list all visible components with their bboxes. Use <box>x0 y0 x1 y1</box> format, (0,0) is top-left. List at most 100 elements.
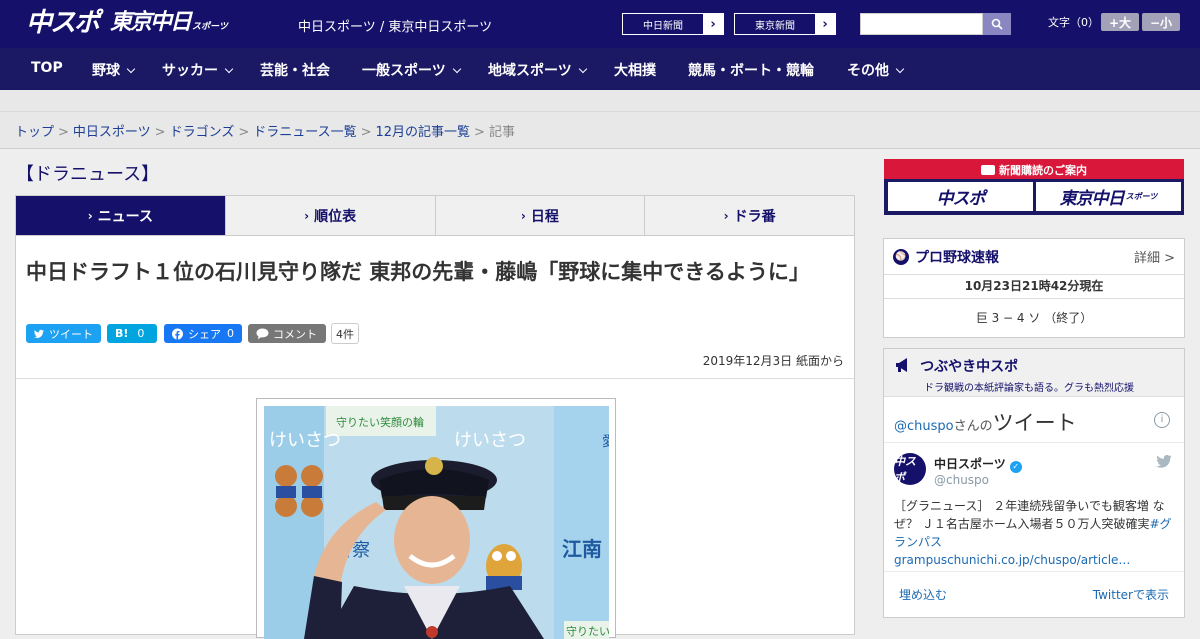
subscription-banner: 新聞購読のご案内 中スポ 東京中日 スポーツ <box>884 159 1184 215</box>
facebook-icon <box>172 328 183 339</box>
ad-strip <box>0 90 1200 112</box>
tab-label: 日程 <box>530 208 559 225</box>
article-divider <box>16 378 854 379</box>
breadcrumb-link-chuspo[interactable]: 中日スポーツ <box>73 125 151 140</box>
site-title[interactable]: 中日スポーツ / 東京中日スポーツ <box>298 16 492 35</box>
wall-text-keisatsu: けいさつ <box>454 430 526 451</box>
top-bar: 中スポ 東京中日 スポーツ 中日スポーツ / 東京中日スポーツ 中日新聞 › 東京… <box>0 0 1200 48</box>
subscribe-chuspo-button[interactable]: 中スポ <box>888 182 1033 211</box>
breadcrumb-link-dranews[interactable]: ドラニュース一覧 <box>253 125 356 140</box>
tab-label: 順位表 <box>314 208 357 225</box>
chunichi-shimbun-button[interactable]: 中日新聞 › <box>622 13 724 35</box>
scoreboard-detail-link[interactable]: 詳細 > <box>1134 247 1175 266</box>
tokyo-shimbun-button[interactable]: 東京新聞 › <box>734 13 836 35</box>
chuspo-logo[interactable]: 中スポ <box>26 8 100 38</box>
nav-item-baseball[interactable]: 野球 <box>92 60 136 80</box>
tab-schedule[interactable]: › 日程 <box>435 196 646 235</box>
breadcrumb-current: 記事 <box>488 125 515 140</box>
wall-text-ai: 愛 <box>602 434 609 450</box>
nav-label: その他 <box>847 63 889 79</box>
tweet-button[interactable]: ツイート <box>26 324 101 343</box>
banner-text-right: 守りたい <box>566 624 609 638</box>
twitter-bird-icon <box>34 329 44 338</box>
chevron-down-icon <box>895 64 905 74</box>
chevron-down-icon <box>126 64 136 74</box>
nav-item-general-sports[interactable]: 一般スポーツ <box>362 60 461 80</box>
scoreboard-title: プロ野球速報 <box>915 249 999 266</box>
subscribe-tokyo-text: 東京中日 <box>1059 189 1125 209</box>
nav-item-top[interactable]: TOP <box>31 60 63 76</box>
tweets-embed-header: @chuspoさんのツイート i <box>884 397 1184 443</box>
chevron-right-icon: › <box>703 14 723 34</box>
tweet-link[interactable]: grampuschunichi.co.jp/chuspo/article… <box>894 553 1130 567</box>
tweets-title: つぶやき中スポ <box>920 359 1019 375</box>
comment-label: コメント <box>273 327 317 341</box>
nav-label: 芸能・社会 <box>260 63 330 79</box>
score-line[interactable]: 巨 3 − 4 ソ （終了） <box>884 299 1184 337</box>
tweet-author-name[interactable]: 中日スポーツ ✓ <box>934 455 1022 473</box>
breadcrumb-separator: > <box>58 125 69 140</box>
nav-item-entertainment[interactable]: 芸能・社会 <box>260 60 330 80</box>
hatena-b-icon: B! <box>115 327 129 340</box>
subscription-label: 新聞購読のご案内 <box>884 162 1184 178</box>
article-photo[interactable]: 守りたい笑顔の輪 けいさつ けいさつ 江南 愛 警察 守りたい <box>256 398 616 639</box>
breadcrumb-link-top[interactable]: トップ <box>15 125 54 140</box>
nav-label: 一般スポーツ <box>362 63 446 79</box>
avatar[interactable]: 中スポ <box>894 453 926 485</box>
chevron-right-icon: › <box>304 208 310 223</box>
scoreboard-header: ⚾ プロ野球速報 詳細 > <box>884 239 1184 275</box>
nav-label: 野球 <box>92 63 120 79</box>
publish-date: 2019年12月3日 紙面から <box>702 354 844 368</box>
facebook-count: 0 <box>227 327 234 340</box>
twitter-bird-icon[interactable] <box>1156 455 1172 468</box>
tweets-footer: 埋め込む Twitterで表示 <box>884 571 1184 617</box>
chevron-down-icon <box>578 64 587 74</box>
tab-draban[interactable]: › ドラ番 <box>645 196 854 235</box>
nav-label: サッカー <box>162 63 218 79</box>
tweet-author-handle[interactable]: @chuspo <box>934 473 989 487</box>
hatena-count: 0 <box>137 327 145 340</box>
info-icon[interactable]: i <box>1154 412 1170 428</box>
nav-item-local-sports[interactable]: 地域スポーツ <box>488 60 587 80</box>
verified-icon: ✓ <box>1009 461 1022 473</box>
tab-label: ドラ番 <box>733 208 776 225</box>
tweets-heading: ツイート <box>992 411 1077 435</box>
nav-item-sumo[interactable]: 大相撲 <box>614 60 656 80</box>
nav-item-other[interactable]: その他 <box>847 60 905 80</box>
tokyo-shimbun-label: 東京新聞 <box>755 20 795 32</box>
speech-bubble-icon <box>256 328 269 339</box>
twitter-widget: つぶやき中スポ ドラ観戦の本紙評論家も語る。グラも熱烈応援 @chuspoさんの… <box>883 348 1185 618</box>
nav-item-soccer[interactable]: サッカー <box>162 60 234 80</box>
comment-button[interactable]: コメント <box>248 324 326 343</box>
baseball-icon: ⚾ <box>893 248 909 265</box>
subscribe-tokyo-chunichi-button[interactable]: 東京中日 スポーツ <box>1036 182 1181 211</box>
wall-text-konan: 江南 <box>562 537 602 561</box>
tab-news[interactable]: › ニュース <box>16 196 226 242</box>
font-larger-button[interactable]: +大 <box>1101 13 1139 31</box>
main-nav: TOP 野球 サッカー 芸能・社会 一般スポーツ 地域スポーツ 大相撲 競馬・ボ… <box>0 48 1200 90</box>
tab-standings[interactable]: › 順位表 <box>225 196 436 235</box>
chevron-right-icon: › <box>520 208 526 223</box>
search-button[interactable] <box>983 13 1011 35</box>
search-input[interactable] <box>860 13 983 35</box>
breadcrumb-link-dragons[interactable]: ドラゴンズ <box>170 125 235 140</box>
font-size-label: 文字（0） <box>1048 16 1099 29</box>
breadcrumb-link-december[interactable]: 12月の記事一覧 <box>376 125 471 140</box>
font-smaller-button[interactable]: −小 <box>1142 13 1180 31</box>
facebook-share-button[interactable]: シェア 0 <box>164 324 242 343</box>
article-headline: 中日ドラフト１位の石川見守り隊だ 東邦の先輩・藤嶋「野球に集中できるように」 <box>26 260 810 284</box>
hatena-bookmark-button[interactable]: B! 0 <box>107 324 157 343</box>
banner-text-left: 守りたい笑顔の輪 <box>336 415 424 429</box>
nav-item-racing[interactable]: 競馬・ボート・競輪 <box>688 60 814 80</box>
view-on-twitter-link[interactable]: Twitterで表示 <box>1093 586 1169 603</box>
breadcrumb-separator: > <box>154 125 166 140</box>
chevron-down-icon <box>452 64 461 74</box>
nav-label: 地域スポーツ <box>488 63 572 79</box>
megaphone-icon <box>896 358 907 372</box>
baseball-scoreboard: ⚾ プロ野球速報 詳細 > 10月23日21時42分現在 巨 3 − 4 ソ （… <box>883 238 1185 338</box>
tab-label: ニュース <box>97 208 153 225</box>
embed-link[interactable]: 埋め込む <box>899 586 947 603</box>
tweets-handle[interactable]: @chuspoさんの <box>894 419 993 434</box>
chevron-right-icon: › <box>723 208 729 223</box>
tokyo-chunichi-logo[interactable]: 東京中日 スポーツ <box>110 10 228 40</box>
